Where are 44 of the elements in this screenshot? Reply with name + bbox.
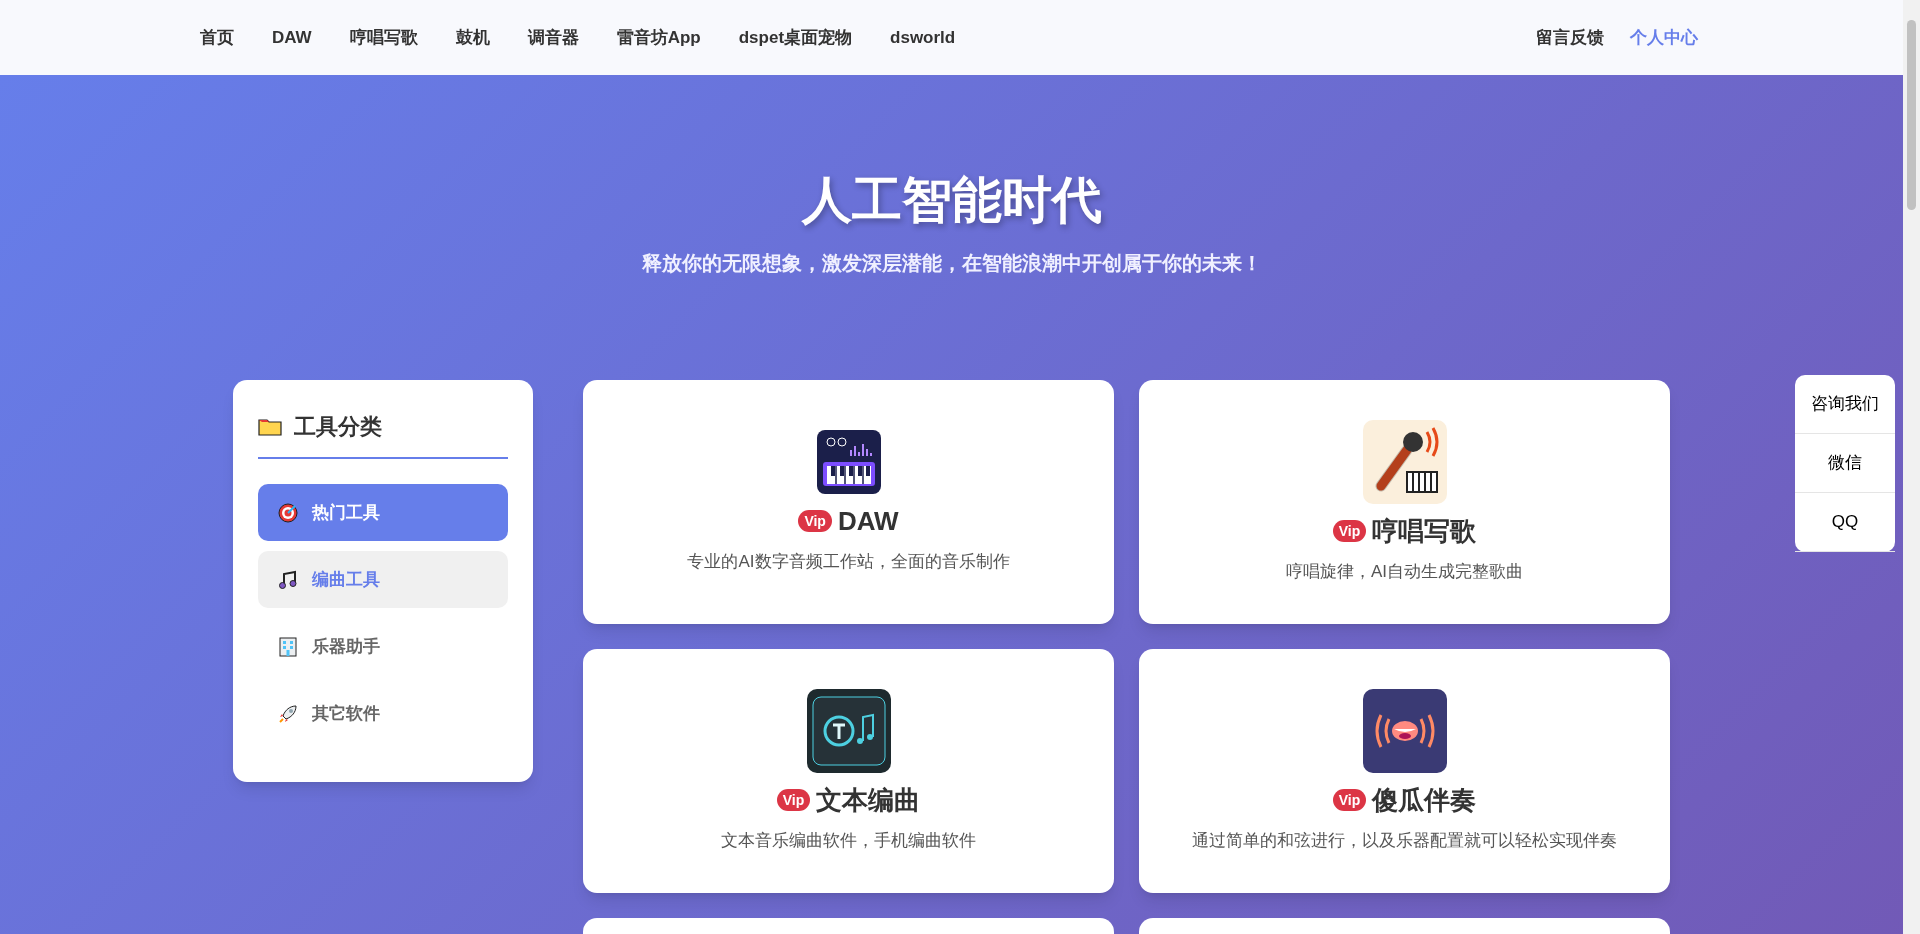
tool-name: 傻瓜伴奏 <box>1372 783 1477 817</box>
tool-description: 通过简单的和弦进行，以及乐器配置就可以轻松实现伴奏 <box>1192 829 1617 852</box>
contact-link[interactable]: 咨询我们 <box>1795 375 1895 434</box>
tool-name: DAW <box>837 504 899 538</box>
tool-name: 哼唱写歌 <box>1372 514 1477 548</box>
tool-name: 文本编曲 <box>816 783 921 817</box>
target-icon <box>278 502 298 523</box>
nav-link[interactable]: 雷音坊App <box>616 24 701 51</box>
nav-link[interactable]: 鼓机 <box>455 24 490 51</box>
vip-badge: Vip <box>798 510 832 533</box>
category-item[interactable]: 乐器助手 <box>258 618 508 675</box>
hero-title: 人工智能时代 <box>801 171 1102 230</box>
nav-link[interactable]: dspet桌面宠物 <box>738 24 853 51</box>
hero-subtitle: 释放你的无限想象，激发深层潜能，在智能浪潮中开创属于你的未来！ <box>641 251 1262 276</box>
rocket-icon <box>278 703 298 724</box>
tool-description: 哼唱旋律，AI自动生成完整歌曲 <box>1285 560 1524 583</box>
tool-card[interactable]: Vip DAW 专业的AI数字音频工作站，全面的音乐制作 <box>583 380 1114 624</box>
nav-link[interactable]: 首页 <box>200 24 234 51</box>
building-icon <box>278 636 298 657</box>
vip-badge: Vip <box>1332 789 1367 812</box>
tool-description: 专业的AI数字音频工作站，全面的音乐制作 <box>687 550 1010 573</box>
vip-badge: Vip <box>1332 520 1367 543</box>
contact-link[interactable]: 微信 <box>1795 434 1895 493</box>
scrollbar-thumb[interactable] <box>1907 20 1916 210</box>
tool-card[interactable]: Vip 傻瓜伴奏 通过简单的和弦进行，以及乐器配置就可以轻松实现伴奏 <box>1139 649 1670 893</box>
nav-link[interactable]: 留言反馈 <box>1536 24 1604 51</box>
folder-icon <box>258 416 284 437</box>
tool-card[interactable]: Vip 哼唱写歌 哼唱旋律，AI自动生成完整歌曲 <box>1139 380 1670 624</box>
category-item[interactable]: 其它软件 <box>258 685 508 742</box>
music-note-icon <box>278 569 298 590</box>
singing-mouth-app-icon <box>1362 688 1447 773</box>
tool-description: 文本音乐编曲软件，手机编曲软件 <box>721 829 976 852</box>
keyboard-app-icon <box>816 429 881 494</box>
tool-card[interactable]: Vip 文本编曲 文本音乐编曲软件，手机编曲软件 <box>583 649 1114 893</box>
sidebar-title: 工具分类 <box>294 413 382 441</box>
nav-link[interactable]: 哼唱写歌 <box>349 24 418 51</box>
text-music-app-icon <box>806 688 891 773</box>
category-item[interactable]: 热门工具 <box>258 484 508 541</box>
vip-badge: Vip <box>776 789 811 812</box>
nav-link[interactable]: DAW <box>272 24 312 51</box>
nav-link[interactable]: dsworld <box>890 24 956 51</box>
microphone-app-icon <box>1362 419 1447 504</box>
contact-link[interactable]: QQ <box>1795 493 1895 552</box>
nav-link[interactable]: 调音器 <box>527 24 579 51</box>
